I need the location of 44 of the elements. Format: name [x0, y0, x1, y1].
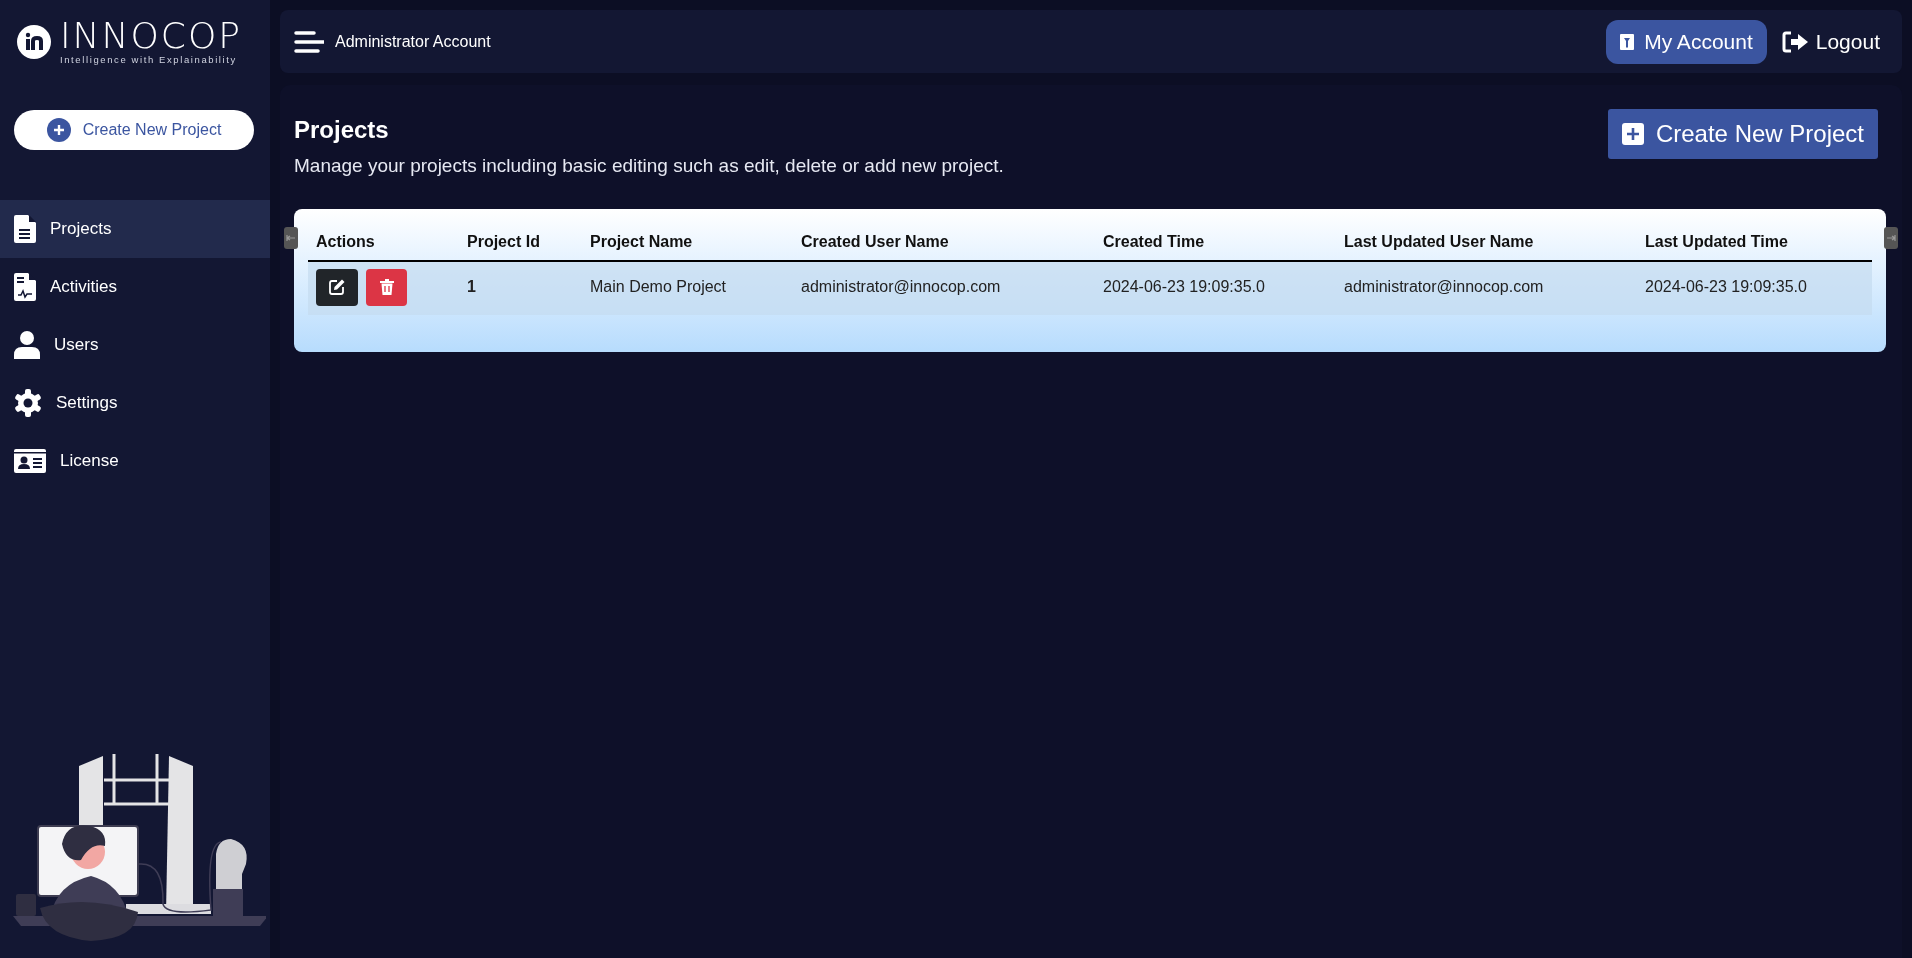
plus-square-icon	[1621, 123, 1644, 145]
my-account-button[interactable]: My Account	[1606, 19, 1767, 64]
table-cell: 2024-06-23 19:09:35.0	[1637, 260, 1872, 315]
user-icon	[14, 331, 40, 359]
trash-icon	[379, 279, 394, 295]
id-card-icon	[14, 449, 46, 473]
table-cell: 2024-06-23 19:09:35.0	[1095, 260, 1336, 315]
sidebar-item[interactable]: License	[0, 432, 270, 490]
page-subtitle: Manage your projects including basic editing such as edit, delete or add new project.	[294, 154, 1004, 178]
sidebar-item[interactable]: Projects	[0, 200, 270, 258]
column-header: Last Updated User Name	[1336, 224, 1637, 261]
table-cell: administrator@innocop.com	[1336, 260, 1637, 315]
menu-icon[interactable]	[294, 29, 324, 54]
column-header: Project Name	[582, 224, 793, 261]
file-icon	[14, 215, 36, 243]
logo-tagline: Intelligence with Explainability	[60, 54, 238, 66]
id-badge-icon	[1620, 33, 1635, 50]
logout-button[interactable]: Logout	[1781, 25, 1888, 58]
logo-icon	[16, 24, 52, 60]
page-title: Projects	[294, 115, 390, 145]
sidebar-item[interactable]: Users	[0, 316, 270, 374]
account-title: Administrator Account	[335, 31, 491, 52]
delete-button[interactable]	[366, 268, 407, 306]
collapse-left-icon[interactable]	[284, 226, 298, 249]
table-cell: Main Demo Project	[582, 260, 793, 315]
expand-right-icon[interactable]	[1884, 226, 1898, 249]
sidebar-item[interactable]: Activities	[0, 258, 270, 316]
sidebar-item[interactable]: Settings	[0, 374, 270, 432]
logout-icon	[1781, 29, 1810, 54]
create-project-button[interactable]: Create New Project	[1607, 109, 1878, 159]
edit-button[interactable]	[316, 268, 358, 306]
logo-text: INNOCOP	[60, 18, 242, 54]
column-header: Last Updated Time	[1637, 224, 1872, 261]
column-header: Created Time	[1095, 224, 1336, 261]
edit-icon	[329, 279, 345, 295]
column-header: Created User Name	[793, 224, 1095, 261]
create-project-button[interactable]: Create New Project	[14, 110, 254, 150]
column-header: Actions	[308, 224, 459, 261]
column-header: Project Id	[459, 224, 582, 261]
settings-icon	[14, 389, 42, 417]
plus-icon	[46, 118, 71, 142]
table-cell: 1	[459, 260, 582, 315]
chart-file-icon	[14, 273, 36, 301]
table-cell: administrator@innocop.com	[793, 260, 1095, 315]
